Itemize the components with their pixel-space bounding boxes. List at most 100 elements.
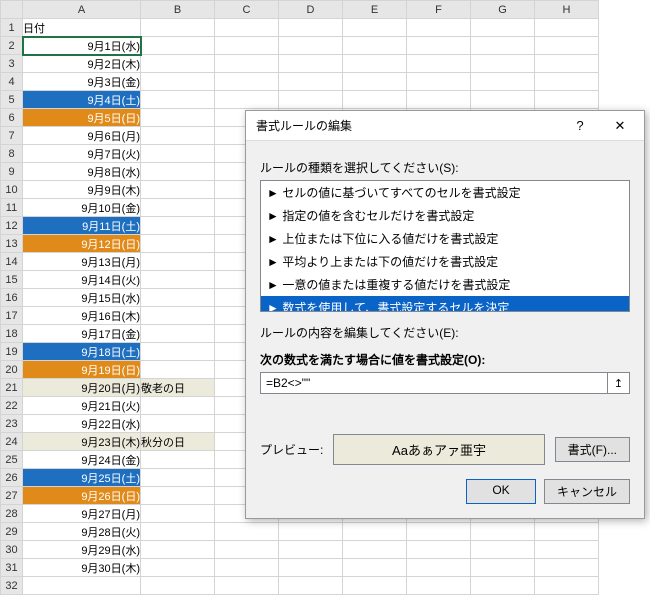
row-header[interactable]: 4 [1,73,23,91]
row-header[interactable]: 25 [1,451,23,469]
cell[interactable] [407,55,471,73]
row-header[interactable]: 2 [1,37,23,55]
cell[interactable]: 9月5日(日) [23,109,141,127]
rule-type-item[interactable]: ► 一意の値または重複する値だけを書式設定 [261,273,629,296]
cell[interactable]: 9月3日(金) [23,73,141,91]
cell[interactable]: 9月20日(月) [23,379,141,397]
cell[interactable] [279,559,343,577]
row-header[interactable]: 19 [1,343,23,361]
row-header[interactable]: 1 [1,19,23,37]
cell[interactable]: 敬老の日 [141,379,215,397]
cell[interactable] [407,19,471,37]
cell[interactable] [279,577,343,595]
cell[interactable] [279,37,343,55]
cell[interactable] [141,109,215,127]
cell[interactable] [141,541,215,559]
cell[interactable] [535,91,599,109]
cell[interactable] [471,541,535,559]
rule-type-item[interactable]: ► 平均より上または下の値だけを書式設定 [261,250,629,273]
help-button[interactable]: ? [560,112,600,140]
row-header[interactable]: 10 [1,181,23,199]
cell[interactable]: 9月10日(金) [23,199,141,217]
cell[interactable] [343,37,407,55]
cell[interactable]: 9月2日(木) [23,55,141,73]
row-header[interactable]: 31 [1,559,23,577]
cell[interactable] [471,577,535,595]
row-header[interactable]: 13 [1,235,23,253]
cell[interactable] [141,199,215,217]
cell[interactable]: 9月12日(日) [23,235,141,253]
cell[interactable]: 9月23日(木) [23,433,141,451]
row-header[interactable]: 3 [1,55,23,73]
cell[interactable] [535,577,599,595]
row-header[interactable]: 8 [1,145,23,163]
cell[interactable]: 9月18日(土) [23,343,141,361]
cell[interactable] [141,523,215,541]
cell[interactable] [141,253,215,271]
column-header[interactable]: H [535,1,599,19]
row-header[interactable]: 32 [1,577,23,595]
row-header[interactable]: 5 [1,91,23,109]
cell[interactable] [535,55,599,73]
column-header[interactable]: B [141,1,215,19]
cell[interactable] [279,541,343,559]
rule-type-item[interactable]: ► 指定の値を含むセルだけを書式設定 [261,204,629,227]
row-header[interactable]: 24 [1,433,23,451]
cell[interactable] [141,19,215,37]
cell[interactable] [343,541,407,559]
row-header[interactable]: 6 [1,109,23,127]
row-header[interactable]: 15 [1,271,23,289]
cell[interactable]: 9月24日(金) [23,451,141,469]
cell[interactable] [407,37,471,55]
column-header[interactable]: G [471,1,535,19]
cell[interactable] [343,55,407,73]
cell[interactable] [141,127,215,145]
column-header[interactable]: D [279,1,343,19]
cell[interactable] [407,559,471,577]
cell[interactable] [141,487,215,505]
cell[interactable] [407,577,471,595]
cell[interactable] [535,541,599,559]
cell[interactable] [141,307,215,325]
row-header[interactable]: 17 [1,307,23,325]
cell[interactable]: 9月8日(水) [23,163,141,181]
row-header[interactable]: 11 [1,199,23,217]
row-header[interactable]: 16 [1,289,23,307]
column-header[interactable]: F [407,1,471,19]
cell[interactable] [141,217,215,235]
row-header[interactable]: 28 [1,505,23,523]
row-header[interactable]: 26 [1,469,23,487]
cell[interactable] [141,361,215,379]
row-header[interactable]: 21 [1,379,23,397]
cell[interactable] [141,343,215,361]
cell[interactable] [215,19,279,37]
close-button[interactable]: ✕ [600,112,640,140]
cell[interactable]: 秋分の日 [141,433,215,451]
cell[interactable] [141,577,215,595]
cell[interactable]: 9月26日(日) [23,487,141,505]
cell[interactable] [141,271,215,289]
cell[interactable] [279,91,343,109]
cell[interactable]: 9月27日(月) [23,505,141,523]
cell[interactable] [471,523,535,541]
cell[interactable] [141,163,215,181]
cell[interactable] [471,37,535,55]
cell[interactable]: 9月16日(木) [23,307,141,325]
cell[interactable] [407,73,471,91]
cell[interactable] [141,505,215,523]
cell[interactable]: 9月19日(日) [23,361,141,379]
cell[interactable] [215,91,279,109]
cell[interactable]: 9月7日(火) [23,145,141,163]
row-header[interactable]: 23 [1,415,23,433]
cell[interactable] [343,523,407,541]
cell[interactable] [407,91,471,109]
cell[interactable]: 9月6日(月) [23,127,141,145]
row-header[interactable]: 30 [1,541,23,559]
row-header[interactable]: 14 [1,253,23,271]
row-header[interactable]: 27 [1,487,23,505]
row-header[interactable]: 7 [1,127,23,145]
cell[interactable] [471,91,535,109]
rule-type-list[interactable]: ► セルの値に基づいてすべてのセルを書式設定► 指定の値を含むセルだけを書式設定… [260,180,630,312]
cell[interactable] [343,559,407,577]
cell[interactable] [279,55,343,73]
